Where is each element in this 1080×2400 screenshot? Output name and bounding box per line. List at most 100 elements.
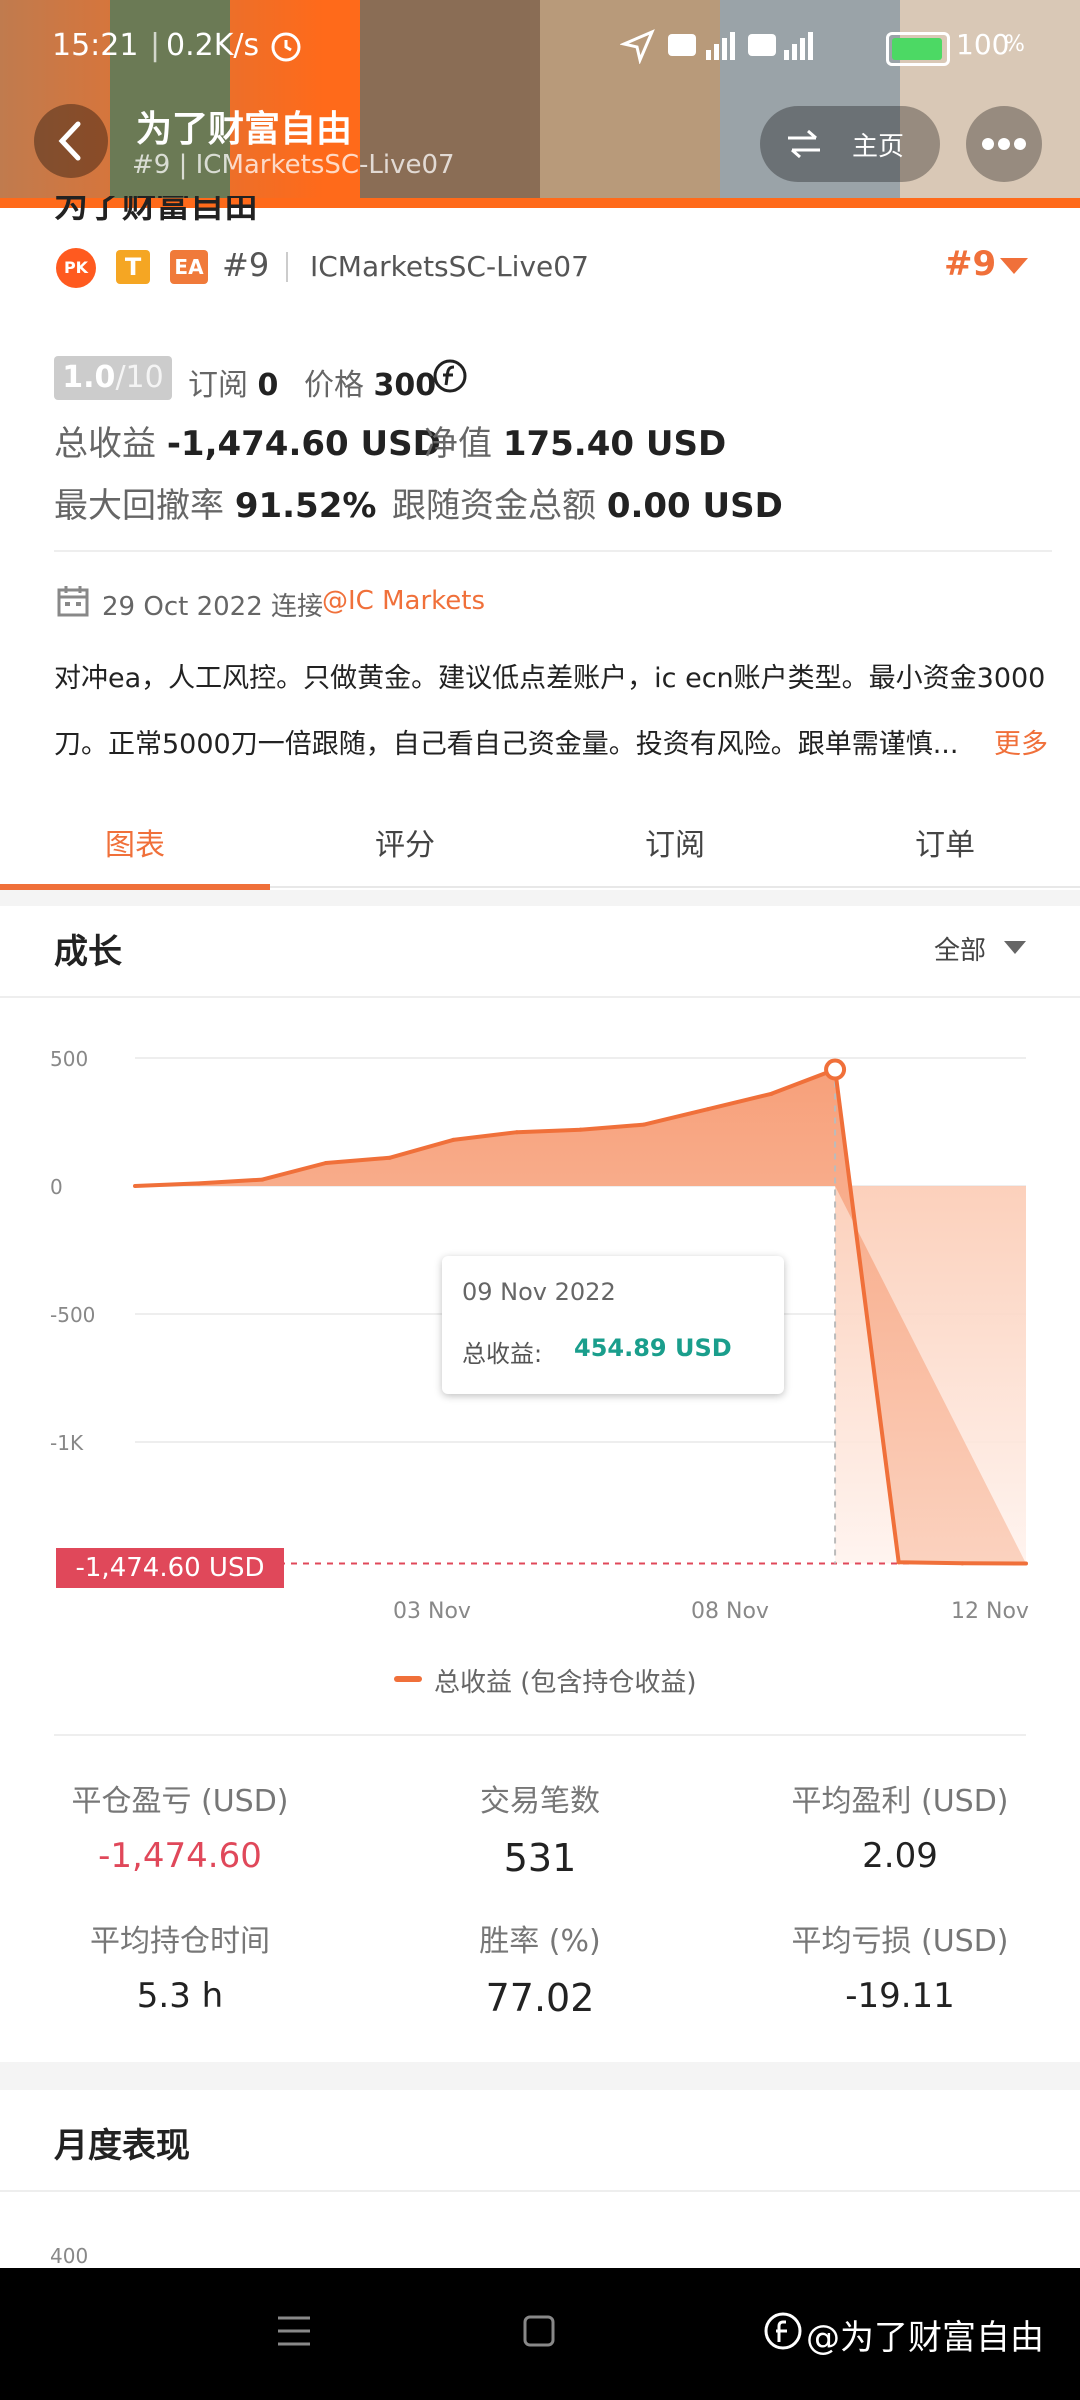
series-point xyxy=(196,1181,201,1186)
equity-label: 净值 xyxy=(424,424,492,464)
follow-funds-metric: 跟随资金总额 0.00 USD xyxy=(392,478,783,527)
monthly-title: 月度表现 xyxy=(54,2126,190,2166)
more-icon xyxy=(982,138,1026,150)
watermark-text: @为了财富自由 xyxy=(806,2318,1044,2358)
stat-label-trades: 交易笔数 xyxy=(480,1784,600,1819)
series-point xyxy=(960,1561,965,1566)
current-value-label: -1,474.60 USD xyxy=(56,1548,284,1588)
total-profit-metric: 总收益 -1,474.60 USD xyxy=(54,416,441,465)
growth-title: 成长 xyxy=(54,932,122,972)
trader-name: 为了财富自由 xyxy=(54,196,258,226)
divider xyxy=(54,1734,1026,1736)
score-max: /10 xyxy=(115,360,164,395)
tab-chart[interactable]: 图表 xyxy=(0,820,270,864)
x-tick-label: 03 Nov xyxy=(393,1599,471,1624)
stat-label-avg-hold: 平均持仓时间 xyxy=(90,1924,270,1959)
chevron-down-icon[interactable] xyxy=(1000,258,1028,280)
status-separator: | xyxy=(150,28,161,63)
status-time: 15:21 xyxy=(52,28,139,63)
menu-icon[interactable] xyxy=(276,2314,312,2352)
rank-label: #9 xyxy=(222,246,270,284)
battery-unit: % xyxy=(1004,32,1025,57)
equity-metric: 净值 175.40 USD xyxy=(424,416,726,465)
home-square-icon[interactable] xyxy=(522,2314,556,2352)
system-nav-bar: @为了财富自由 xyxy=(0,2268,1080,2400)
location-icon xyxy=(619,28,656,65)
tab-orders[interactable]: 订单 xyxy=(810,820,1080,864)
x-tick-label: 08 Nov xyxy=(691,1599,769,1624)
series-point xyxy=(705,1107,710,1112)
tooltip-label: 总收益: xyxy=(462,1340,543,1368)
tooltip-date: 09 Nov 2022 xyxy=(462,1278,616,1306)
growth-filter[interactable]: 全部 xyxy=(934,930,986,967)
dd-label: 最大回撤率 xyxy=(54,486,224,526)
price-value: 300 xyxy=(373,368,437,403)
series-point xyxy=(896,1560,901,1565)
status-speed: 0.2K/s xyxy=(166,28,260,63)
series-point xyxy=(514,1130,519,1135)
home-button[interactable]: 主页 xyxy=(760,106,940,182)
rank-right-text: #9 xyxy=(944,244,997,284)
more-link[interactable]: 更多 xyxy=(994,722,1048,761)
stat-value-closed-pnl: -1,474.60 xyxy=(98,1836,262,1876)
price-metric: 价格 300 xyxy=(304,360,436,404)
tooltip-value: 454.89 USD xyxy=(574,1334,732,1362)
page-subtitle: #9 | ICMarketsSC-Live07 xyxy=(132,150,455,180)
filter-chevron-down-icon[interactable] xyxy=(1004,940,1026,959)
tag-t: T xyxy=(116,250,150,284)
total-value: -1,474.60 USD xyxy=(166,424,441,464)
facebook-icon xyxy=(764,2312,802,2350)
header-banner: 15:21 | 0.2K/s 100 % 为了财富自由 #9 | ICMarke… xyxy=(0,0,1080,208)
equity-value: 175.40 USD xyxy=(502,424,727,464)
y-tick-label: -1K xyxy=(50,1431,84,1455)
calendar-icon xyxy=(56,584,90,618)
stat-value-avg-loss: -19.11 xyxy=(845,1976,955,2016)
stat-label-avg-loss: 平均亏损 (USD) xyxy=(791,1924,1009,1959)
more-button[interactable] xyxy=(966,106,1042,182)
tab-subscribe[interactable]: 订阅 xyxy=(540,820,810,864)
back-button[interactable] xyxy=(34,104,108,178)
x-tick-label: 12 Nov xyxy=(951,1599,1029,1624)
price-label: 价格 xyxy=(304,368,364,403)
follow-label: 跟随资金总额 xyxy=(392,486,596,526)
divider xyxy=(0,2190,1080,2192)
series-point xyxy=(387,1155,392,1160)
tag-ea: EA xyxy=(170,250,208,284)
page-title: 为了财富自由 xyxy=(136,109,353,150)
stat-value-avg-profit: 2.09 xyxy=(862,1836,938,1876)
battery-text: 100 xyxy=(956,28,1010,61)
stat-label-avg-profit: 平均盈利 (USD) xyxy=(791,1784,1009,1819)
series-point xyxy=(578,1127,583,1132)
y-tick-label: 0 xyxy=(50,1175,63,1199)
coin-icon xyxy=(432,358,468,394)
swap-icon xyxy=(788,129,820,159)
score-value: 1.0 xyxy=(62,360,116,395)
broker-link[interactable]: @IC Markets xyxy=(322,586,485,616)
chart-tooltip: 09 Nov 2022 总收益: 454.89 USD xyxy=(442,1256,784,1394)
series-point xyxy=(260,1177,265,1182)
legend-label: 总收益 (包含持仓收益) xyxy=(434,1668,697,1698)
stat-label-win-rate: 胜率 (%) xyxy=(479,1924,601,1959)
tab-rating[interactable]: 评分 xyxy=(270,820,540,864)
score-badge: 1.0/10 xyxy=(54,356,172,400)
series-point xyxy=(323,1160,328,1165)
series-point xyxy=(133,1184,137,1188)
series-point xyxy=(451,1137,456,1142)
y-tick-label: -500 xyxy=(50,1303,95,1327)
home-label: 主页 xyxy=(852,132,905,162)
divider xyxy=(54,550,1052,552)
series-point xyxy=(769,1091,774,1096)
series-point xyxy=(1024,1561,1028,1566)
rank-dropdown[interactable]: #9 xyxy=(944,244,996,284)
highlight-point xyxy=(824,1058,847,1081)
stat-label-closed-pnl: 平仓盈亏 (USD) xyxy=(71,1784,289,1819)
drawdown-metric: 最大回撤率 91.52% xyxy=(54,478,376,527)
follow-value: 0.00 USD xyxy=(606,486,783,526)
description-line-1: 对冲ea，人工风控。只做黄金。建议低点差账户，ic ecn账户类型。最小资金30… xyxy=(54,663,1046,694)
subs-value: 0 xyxy=(257,368,279,403)
divider xyxy=(0,996,1080,998)
total-label: 总收益 xyxy=(54,424,156,464)
tag-divider xyxy=(286,252,288,282)
monthly-tick: 400 xyxy=(50,2244,89,2268)
pk-badge: PK xyxy=(56,248,96,288)
